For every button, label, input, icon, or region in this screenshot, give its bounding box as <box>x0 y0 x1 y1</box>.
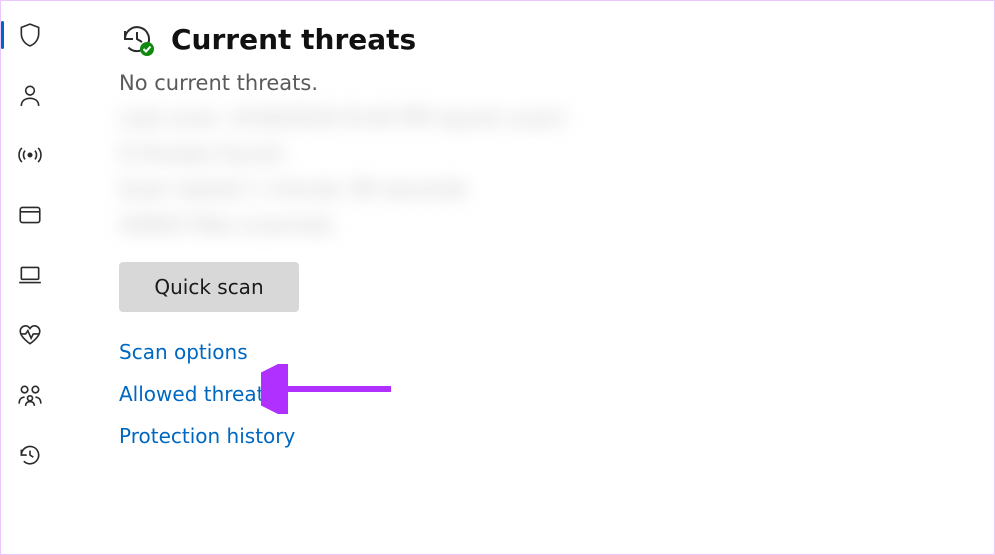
window-icon <box>17 202 43 228</box>
person-icon <box>17 82 43 108</box>
threat-status: No current threats. <box>119 71 974 95</box>
antenna-icon <box>17 142 43 168</box>
sidebar-item-device-security[interactable] <box>8 253 52 297</box>
protection-history-link[interactable]: Protection history <box>119 424 295 448</box>
sidebar-item-performance[interactable] <box>8 313 52 357</box>
shield-icon <box>17 22 43 48</box>
section-title: Current threats <box>171 23 416 56</box>
history-icon <box>17 442 43 468</box>
scan-options-link[interactable]: Scan options <box>119 340 248 364</box>
sidebar-item-history[interactable] <box>8 433 52 477</box>
sidebar-item-family[interactable] <box>8 373 52 417</box>
scan-details-blurred: Last scan: 4/18/2024 8:44 PM (quick scan… <box>119 101 619 244</box>
sidebar-item-app-browser[interactable] <box>8 193 52 237</box>
allowed-threats-link[interactable]: Allowed threats <box>119 382 275 406</box>
section-header: Current threats <box>119 21 974 57</box>
family-icon <box>17 382 43 408</box>
sidebar-nav <box>1 1 59 554</box>
sidebar-item-account[interactable] <box>8 73 52 117</box>
sidebar-item-virus-threat[interactable] <box>8 13 52 57</box>
links-group: Scan options Allowed threats Protection … <box>119 340 974 448</box>
quick-scan-button[interactable]: Quick scan <box>119 262 299 312</box>
laptop-icon <box>17 262 43 288</box>
main-content: Current threats No current threats. Last… <box>119 21 974 448</box>
history-check-icon <box>119 21 155 57</box>
heart-pulse-icon <box>17 322 43 348</box>
sidebar-item-firewall[interactable] <box>8 133 52 177</box>
